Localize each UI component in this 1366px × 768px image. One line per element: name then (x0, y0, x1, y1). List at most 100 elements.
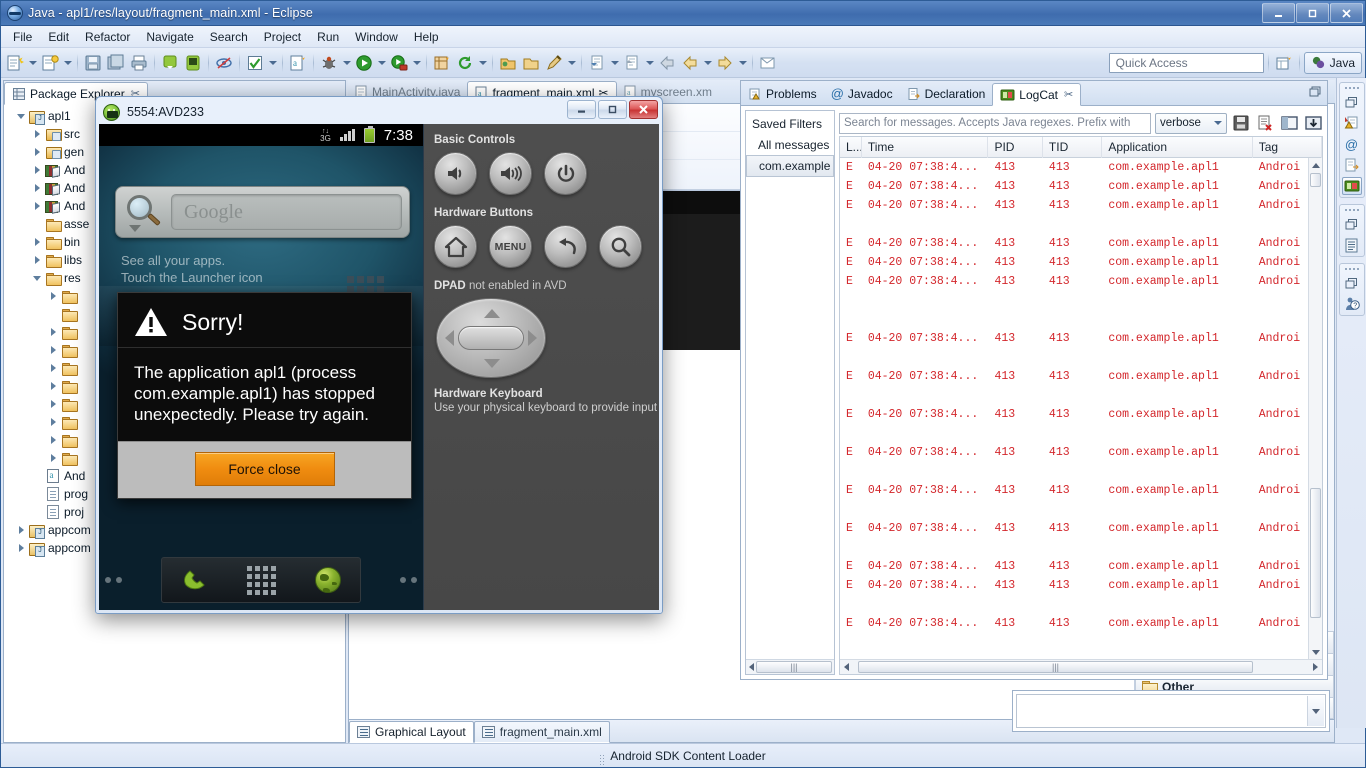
back-button[interactable] (544, 225, 587, 268)
run-dropdown[interactable] (376, 52, 387, 74)
menu-run[interactable]: Run (309, 28, 347, 46)
expand-arrow-icon[interactable] (46, 346, 60, 354)
new-android-test-icon[interactable] (431, 52, 453, 74)
search-magnifier-icon[interactable] (123, 193, 165, 232)
logcat-row[interactable]: E 04-20 07:38:4... 413 413 com.example.apl1 A… (840, 158, 1322, 177)
column-header-level[interactable]: L... (840, 136, 862, 158)
expand-arrow-icon[interactable] (30, 130, 44, 138)
logcat-row[interactable]: E 04-20 07:38:4... 413 413 com.example.apl1 A… (840, 614, 1322, 633)
new-wizard-icon[interactable] (4, 52, 26, 74)
perspective-java-button[interactable]: Java (1303, 51, 1362, 74)
expand-arrow-icon[interactable] (46, 292, 60, 300)
save-log-icon[interactable] (1231, 113, 1251, 134)
menu-window[interactable]: Window (347, 28, 406, 46)
outline-icon[interactable] (1342, 236, 1362, 254)
window-maximize-button[interactable] (1296, 3, 1329, 23)
open-resource-icon[interactable] (520, 52, 542, 74)
volume-up-button[interactable] (489, 152, 532, 195)
window-minimize-button[interactable] (1262, 3, 1295, 23)
logcat-hscrollbar[interactable]: ||| (840, 659, 1322, 674)
column-header-tid[interactable]: TID (1043, 136, 1103, 158)
restore-icon[interactable] (1342, 215, 1362, 233)
expand-arrow-icon[interactable] (30, 148, 44, 156)
scroll-down-icon[interactable] (1309, 645, 1322, 659)
print-icon[interactable] (128, 52, 150, 74)
tab-problems[interactable]: Problems (741, 82, 824, 105)
declaration-icon[interactable] (1342, 156, 1362, 174)
volume-down-button[interactable] (434, 152, 477, 195)
grip-icon[interactable] (1344, 85, 1359, 90)
expand-arrow-icon[interactable] (30, 256, 44, 264)
google-search-widget[interactable]: Google (115, 186, 410, 238)
menu-edit[interactable]: Edit (40, 28, 77, 46)
logcat-row[interactable]: E 04-20 07:38:4... 413 413 com.example.apl1 A… (840, 576, 1322, 595)
android-device-screen[interactable]: ↑↓ 3G 7:38 See all your apps. Touch the … (99, 124, 424, 610)
logcat-vscrollbar[interactable] (1308, 158, 1322, 659)
collapse-arrow-icon[interactable] (14, 113, 28, 119)
power-button[interactable] (544, 152, 587, 195)
clear-log-icon[interactable] (1255, 113, 1275, 134)
scroll-thumb[interactable]: ||| (756, 661, 832, 673)
tab-declaration[interactable]: Declaration (900, 82, 993, 105)
back-navigate-icon[interactable] (656, 52, 678, 74)
refresh-icon[interactable] (454, 52, 476, 74)
tab-fragment-main-xml-source[interactable]: fragment_main.xml (473, 721, 610, 743)
emulator-maximize-button[interactable] (598, 100, 627, 119)
logcat-row[interactable]: E 04-20 07:38:4... 413 413 com.example.apl1 A… (840, 272, 1322, 291)
display-view-icon[interactable] (1279, 113, 1299, 134)
debug-dropdown[interactable] (341, 52, 352, 74)
dpad-control[interactable] (436, 298, 546, 378)
home-button[interactable] (434, 225, 477, 268)
column-header-tag[interactable]: Tag (1253, 136, 1322, 158)
logcat-row[interactable]: E 04-20 07:38:4... 413 413 com.example.apl1 A… (840, 481, 1322, 500)
scroll-left-icon[interactable] (844, 663, 849, 671)
saved-filter-all-messages[interactable]: All messages (746, 135, 834, 155)
expand-arrow-icon[interactable] (30, 202, 44, 210)
scroll-thumb[interactable] (1310, 488, 1321, 618)
menu-help[interactable]: Help (406, 28, 447, 46)
scroll-up-icon[interactable] (1309, 158, 1322, 172)
expand-arrow-icon[interactable] (46, 364, 60, 372)
search-input[interactable]: Google (171, 194, 402, 230)
quick-access-input[interactable]: Quick Access (1108, 52, 1264, 73)
emulator-close-button[interactable] (629, 100, 658, 119)
logcat-row[interactable]: E 04-20 07:38:4... 413 413 com.example.apl1 A… (840, 253, 1322, 272)
properties-field[interactable] (1016, 694, 1326, 728)
dpad-up-icon[interactable] (484, 309, 500, 318)
expand-arrow-icon[interactable] (14, 526, 28, 534)
logcat-row[interactable]: E 04-20 07:38:4... 413 413 com.example.apl1 A… (840, 367, 1322, 386)
emulator-minimize-button[interactable] (567, 100, 596, 119)
dpad-right-icon[interactable] (528, 330, 537, 346)
new-xml-file-icon[interactable]: a (287, 52, 309, 74)
pencil-icon[interactable] (543, 52, 565, 74)
logcat-row[interactable]: E 04-20 07:38:4... 413 413 com.example.apl1 A… (840, 557, 1322, 576)
debug-icon[interactable] (318, 52, 340, 74)
close-icon[interactable]: ✂ (1064, 88, 1073, 101)
toggle-markers-icon[interactable] (213, 52, 235, 74)
column-header-application[interactable]: Application (1102, 136, 1253, 158)
open-type-icon[interactable] (497, 52, 519, 74)
save-icon[interactable] (82, 52, 104, 74)
dpad-center-button[interactable] (458, 326, 524, 350)
menu-project[interactable]: Project (256, 28, 309, 46)
expand-arrow-icon[interactable] (46, 328, 60, 336)
back-history-icon[interactable] (679, 52, 701, 74)
expand-arrow-icon[interactable] (46, 400, 60, 408)
phone-icon[interactable] (182, 568, 208, 592)
dpad-down-icon[interactable] (484, 359, 500, 368)
run-external-tools-icon[interactable] (388, 52, 410, 74)
android-avd-manager-icon[interactable] (182, 52, 204, 74)
new-java-class-icon[interactable] (39, 52, 61, 74)
logcat-row[interactable]: E 04-20 07:38:4... 413 413 com.example.apl1 A… (840, 329, 1322, 348)
previous-annotation-icon[interactable] (621, 52, 643, 74)
log-level-select[interactable]: verbose (1155, 112, 1227, 134)
run-external-tools-dropdown[interactable] (411, 52, 422, 74)
previous-annotation-dropdown[interactable] (644, 52, 655, 74)
search-button[interactable] (599, 225, 642, 268)
problems-icon[interactable] (1342, 114, 1362, 132)
checkbox-dropdown[interactable] (267, 52, 278, 74)
window-close-button[interactable] (1330, 3, 1363, 23)
tab-logcat[interactable]: LogCat ✂ (992, 83, 1082, 106)
browser-icon[interactable] (314, 567, 341, 593)
tab-graphical-layout[interactable]: Graphical Layout (349, 721, 474, 743)
